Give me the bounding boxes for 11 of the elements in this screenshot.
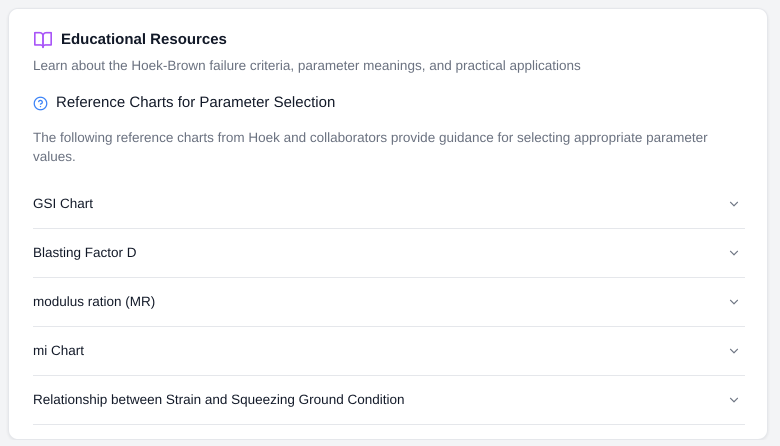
section-description: The following reference charts from Hoek and collaborators provide guidance for selecting appropriate parameter values. <box>33 129 709 166</box>
accordion-header[interactable]: mi Chart <box>33 327 745 376</box>
card-title: Educational Resources <box>61 30 227 50</box>
section-title: Reference Charts for Parameter Selection <box>56 92 336 113</box>
book-icon <box>33 31 53 50</box>
card-subtitle: Learn about the Hoek-Brown failure criteria, parameter meanings, and practical applications <box>33 56 582 75</box>
accordion-header[interactable]: GSI Chart <box>33 180 745 230</box>
accordion-header[interactable]: modulus ration (MR) <box>33 278 745 328</box>
help-icon <box>33 96 48 110</box>
accordion-header[interactable]: Blasting Factor D <box>33 229 745 278</box>
accordion-header[interactable]: Relationship between Strain and Squeezing Ground Condition <box>33 376 745 426</box>
